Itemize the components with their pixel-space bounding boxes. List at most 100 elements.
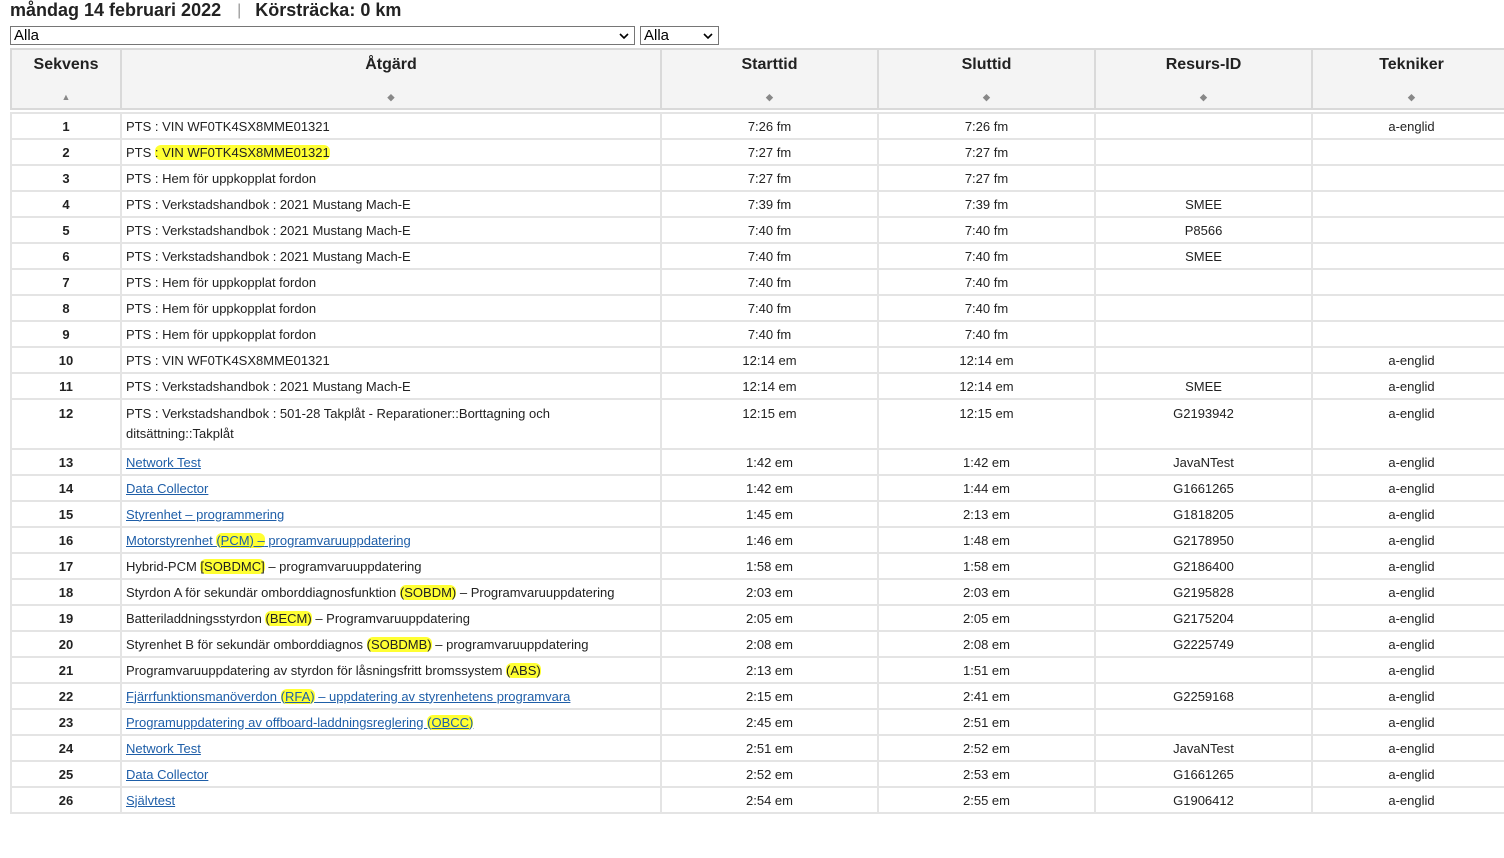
- technician-cell: [1311, 294, 1504, 322]
- technician-cell: a-englid: [1311, 708, 1504, 736]
- start-time-cell: 7:39 fm: [660, 190, 879, 218]
- end-time-cell: 2:05 em: [877, 604, 1096, 632]
- end-time-cell: 12:15 em: [877, 398, 1096, 450]
- table-row: 21 Programvaruuppdatering av styrdon för …: [10, 656, 1504, 684]
- action-link[interactable]: (OBCC): [427, 714, 474, 730]
- action-text: Styrdon A för sekundär omborddiagnosfunk…: [126, 584, 400, 600]
- end-time-cell: 1:42 em: [877, 448, 1096, 476]
- action-link[interactable]: Självtest: [126, 793, 175, 808]
- end-time-cell: 12:14 em: [877, 346, 1096, 374]
- action-text: PTS : Verkstadshandbok : 2021 Mustang Ma…: [126, 248, 411, 264]
- technician-cell: a-englid: [1311, 578, 1504, 606]
- action-text: PTS : VIN WF0TK4SX8MME01321: [126, 118, 330, 134]
- column-header-action[interactable]: Åtgärd ◆: [120, 48, 662, 110]
- table-row: 12 PTS : Verkstadshandbok : 501-28 Takplå…: [10, 398, 1504, 450]
- table-header-row: Sekvens ▲ Åtgärd ◆ Starttid ◆ Sluttid ◆ Resu…: [10, 48, 1504, 110]
- date-title: måndag 14 februari 2022: [10, 0, 222, 20]
- resource-id-cell: G1661265: [1094, 760, 1313, 788]
- start-time-cell: 12:14 em: [660, 372, 879, 400]
- resource-id-cell: G2195828: [1094, 578, 1313, 606]
- highlighted-text: (SOBDM): [399, 584, 457, 600]
- action-cell: Network Test: [120, 448, 662, 476]
- action-cell: PTS : Verkstadshandbok : 2021 Mustang Ma…: [120, 216, 662, 244]
- resource-id-cell: G1661265: [1094, 474, 1313, 502]
- end-time-cell: 2:08 em: [877, 630, 1096, 658]
- chevron-down-icon: [619, 33, 629, 40]
- action-cell: PTS : VIN WF0TK4SX8MME01321: [120, 112, 662, 140]
- sort-icon[interactable]: ◆: [1313, 93, 1504, 102]
- start-time-cell: 7:40 fm: [660, 294, 879, 322]
- start-time-cell: 7:27 fm: [660, 138, 879, 166]
- action-filter-select[interactable]: Alla: [10, 26, 635, 45]
- action-link[interactable]: Network Test: [126, 455, 201, 470]
- resource-id-cell: G2225749: [1094, 630, 1313, 658]
- table-row: 2 PTS : VIN WF0TK4SX8MME01321 7:27 fm 7:27 …: [10, 138, 1504, 166]
- action-link[interactable]: Programuppdatering av offboard-laddnings…: [126, 715, 427, 730]
- table-row: 25 Data Collector 2:52 em 2:53 em G1661265 a-…: [10, 760, 1504, 788]
- sort-ascending-icon[interactable]: ▲: [12, 93, 120, 102]
- resource-id-cell: G2178950: [1094, 526, 1313, 554]
- table-row: 20 Styrenhet B för sekundär omborddiagnos…: [10, 630, 1504, 658]
- highlighted-text: : VIN WF0TK4SX8MME01321: [154, 144, 330, 160]
- action-text: – Programvaruuppdatering: [456, 584, 615, 600]
- secondary-filter-value: Alla: [644, 27, 670, 44]
- start-time-cell: 7:40 fm: [660, 268, 879, 296]
- actions-table: Sekvens ▲ Åtgärd ◆ Starttid ◆ Sluttid ◆ Resu…: [10, 48, 1504, 814]
- column-header-sequence[interactable]: Sekvens ▲: [10, 48, 122, 110]
- end-time-cell: 7:26 fm: [877, 112, 1096, 140]
- action-link[interactable]: – uppdatering av styrenhetens programvar…: [315, 689, 570, 704]
- action-text: PTS : Verkstadshandbok : 2021 Mustang Ma…: [126, 378, 411, 394]
- resource-id-cell: G1906412: [1094, 786, 1313, 814]
- sort-icon[interactable]: ◆: [662, 93, 877, 102]
- end-time-cell: 7:40 fm: [877, 294, 1096, 322]
- column-header-start-time[interactable]: Starttid ◆: [660, 48, 879, 110]
- technician-cell: [1311, 268, 1504, 296]
- secondary-filter-select[interactable]: Alla: [640, 26, 719, 45]
- technician-cell: a-englid: [1311, 604, 1504, 632]
- technician-cell: a-englid: [1311, 526, 1504, 554]
- table-row: 10 PTS : VIN WF0TK4SX8MME01321 12:14 em 12:…: [10, 346, 1504, 374]
- action-cell: Data Collector: [120, 474, 662, 502]
- start-time-cell: 2:45 em: [660, 708, 879, 736]
- column-header-technician[interactable]: Tekniker ◆: [1311, 48, 1504, 110]
- sequence-cell: 2: [10, 138, 122, 166]
- action-link[interactable]: (PCM) –: [216, 532, 265, 548]
- column-header-end-time[interactable]: Sluttid ◆: [877, 48, 1096, 110]
- action-link[interactable]: Data Collector: [126, 767, 208, 782]
- action-cell: Motorstyrenhet (PCM) – programvaruuppdat…: [120, 526, 662, 554]
- action-link[interactable]: Styrenhet – programmering: [126, 507, 284, 522]
- action-cell: Fjärrfunktionsmanöverdon (RFA) – uppdate…: [120, 682, 662, 710]
- action-link[interactable]: Motorstyrenhet: [126, 533, 216, 548]
- column-header-resource-id[interactable]: Resurs-ID ◆: [1094, 48, 1313, 110]
- sequence-cell: 19: [10, 604, 122, 632]
- sort-icon[interactable]: ◆: [879, 93, 1094, 102]
- sort-icon[interactable]: ◆: [1096, 93, 1311, 102]
- action-cell: Styrdon A för sekundär omborddiagnosfunk…: [120, 578, 662, 606]
- table-row: 24 Network Test 2:51 em 2:52 em JavaNTest a-e…: [10, 734, 1504, 762]
- sequence-cell: 20: [10, 630, 122, 658]
- action-link[interactable]: programvaruuppdatering: [265, 533, 410, 548]
- resource-id-cell: [1094, 138, 1313, 166]
- chevron-down-icon: [703, 33, 713, 40]
- action-link[interactable]: Network Test: [126, 741, 201, 756]
- action-text: PTS : Hem för uppkopplat fordon: [126, 170, 317, 186]
- start-time-cell: 7:27 fm: [660, 164, 879, 192]
- action-text: PTS : Verkstadshandbok : 2021 Mustang Ma…: [126, 196, 411, 212]
- sequence-cell: 4: [10, 190, 122, 218]
- table-row: 15 Styrenhet – programmering 1:45 em 2:13 e…: [10, 500, 1504, 528]
- resource-id-cell: G2193942: [1094, 398, 1313, 450]
- page-header: måndag 14 februari 2022 | Körsträcka: 0 km: [10, 0, 401, 24]
- action-link[interactable]: (RFA): [280, 688, 315, 704]
- end-time-cell: 7:39 fm: [877, 190, 1096, 218]
- end-time-cell: 2:53 em: [877, 760, 1096, 788]
- table-row: 19 Batteriladdningsstyrdon (BECM) – Progr…: [10, 604, 1504, 632]
- action-link[interactable]: Data Collector: [126, 481, 208, 496]
- sort-icon[interactable]: ◆: [122, 93, 660, 102]
- action-text: PTS : Verkstadshandbok : 2021 Mustang Ma…: [126, 222, 411, 238]
- action-cell: Programuppdatering av offboard-laddnings…: [120, 708, 662, 736]
- start-time-cell: 2:08 em: [660, 630, 879, 658]
- action-cell: Network Test: [120, 734, 662, 762]
- action-cell: Programvaruuppdatering av styrdon för lå…: [120, 656, 662, 684]
- action-cell: PTS : Hem för uppkopplat fordon: [120, 164, 662, 192]
- action-link[interactable]: Fjärrfunktionsmanöverdon: [126, 689, 281, 704]
